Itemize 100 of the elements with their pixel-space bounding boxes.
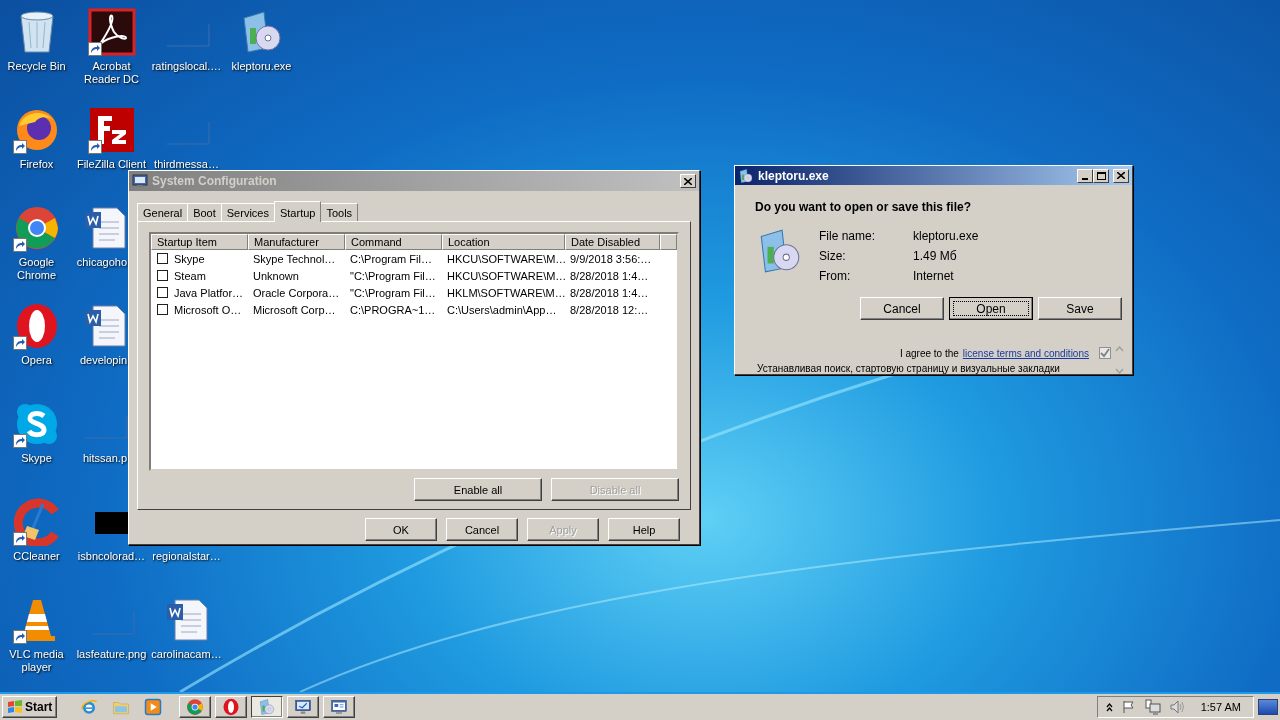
- table-cell-text: 8/28/2018 12:…: [569, 303, 650, 316]
- checkmark-icon: [1100, 348, 1110, 358]
- desktop-icon-label[interactable]: developin: [79, 354, 127, 367]
- list-button[interactable]: Enable all: [414, 478, 542, 501]
- table-cell-text: 9/9/2018 3:56:…: [569, 252, 653, 265]
- column-header[interactable]: Startup Item: [151, 234, 248, 250]
- field-label: File name:: [819, 229, 877, 243]
- installer-icon: [738, 167, 754, 184]
- taskbar-button[interactable]: [251, 696, 284, 718]
- acrobat-shortcut-icon[interactable]: [87, 8, 136, 56]
- filezilla-shortcut-icon[interactable]: [87, 106, 136, 154]
- dialog-button[interactable]: Save: [1038, 297, 1122, 320]
- license-link[interactable]: license terms and conditions: [962, 347, 1089, 359]
- dialog-button[interactable]: Cancel: [860, 297, 944, 320]
- minimize-icon: [1082, 177, 1088, 180]
- flag-icon[interactable]: [1121, 700, 1136, 714]
- monitor-window-icon: [330, 698, 349, 716]
- monitor-icon: [294, 698, 313, 716]
- agree-checkbox[interactable]: [1099, 347, 1111, 359]
- table-cell-text: HKLM\SOFTWARE\M…: [446, 286, 565, 299]
- network-icon[interactable]: [1144, 699, 1161, 715]
- table-cell: Steam: [174, 269, 206, 282]
- table-cell-text: "C:\Program Fil…: [349, 269, 437, 282]
- table-cell: Java Platfor…: [174, 286, 244, 299]
- start-button[interactable]: Start: [2, 696, 58, 718]
- table-cell-text: Microsoft Corp…: [252, 303, 337, 316]
- table-cell-text: C:\PROGRA~1…: [349, 303, 437, 316]
- close-icon: [1117, 172, 1125, 179]
- column-header[interactable]: Manufacturer: [248, 234, 345, 250]
- chrome-shortcut-icon[interactable]: [12, 204, 61, 252]
- checkbox[interactable]: [157, 270, 168, 281]
- table-cell-text: HKCU\SOFTWARE\M…: [446, 252, 565, 265]
- desktop-icon-label[interactable]: Google Chrome: [0, 256, 74, 282]
- notice-text: Устанавливая поиск, стартовую страницу и визуальные закладки: [757, 362, 1060, 374]
- dialog-button[interactable]: Help: [608, 518, 680, 541]
- dialog-question: Do you want to open or save this file?: [754, 199, 973, 214]
- desktop-icon-label[interactable]: ratingslocal.…: [149, 60, 224, 73]
- tab[interactable]: Tools: [320, 203, 359, 221]
- clock[interactable]: 1:57 AM: [1194, 701, 1249, 713]
- close-icon: [684, 177, 692, 185]
- tab[interactable]: Boot: [187, 203, 222, 221]
- desktop-icon-label[interactable]: VLC media player: [0, 648, 74, 674]
- desktop-icon-label[interactable]: Recycle Bin: [0, 60, 74, 73]
- desktop-icon-label[interactable]: thirdmessa…: [149, 158, 224, 171]
- field-value: Internet: [913, 269, 955, 283]
- desktop-icon-label[interactable]: Firefox: [0, 158, 74, 171]
- dialog-button[interactable]: Cancel: [446, 518, 518, 541]
- column-header[interactable]: Date Disabled: [565, 234, 660, 250]
- desktop-icon-label[interactable]: regionalstar…: [149, 550, 224, 563]
- desktop-icon-label[interactable]: lasfeature.png: [74, 648, 149, 661]
- table-cell: Microsoft O…: [174, 303, 242, 316]
- field-value: kleptoru.exe: [913, 229, 979, 243]
- speaker-icon[interactable]: [1169, 700, 1186, 714]
- window-title: kleptoru.exe: [758, 168, 830, 183]
- field-label: From:: [819, 269, 852, 283]
- table-cell: Skype: [174, 252, 205, 265]
- desktop-icon-label[interactable]: Acrobat Reader DC: [74, 60, 149, 86]
- field-value: 1.49 Мб: [913, 249, 958, 263]
- table-cell-text: Skype Technol…: [252, 252, 337, 265]
- desktop-icon-label[interactable]: Skype: [0, 452, 74, 465]
- show-desktop-button[interactable]: [1258, 699, 1278, 715]
- checkbox[interactable]: [157, 304, 168, 315]
- app-icon: [132, 173, 148, 189]
- column-header[interactable]: Command: [345, 234, 442, 250]
- windows-logo-icon: [7, 700, 23, 714]
- desktop-icon-label[interactable]: isbncolorad…: [74, 550, 149, 563]
- close-button[interactable]: [1113, 168, 1129, 183]
- table-cell-text: HKCU\SOFTWARE\M…: [446, 269, 565, 282]
- ie-icon[interactable]: [79, 697, 100, 717]
- maximize-icon: [1096, 171, 1106, 180]
- ccleaner-shortcut-icon[interactable]: [12, 498, 61, 546]
- desktop-icon-label[interactable]: hitssan.p: [82, 452, 127, 465]
- table-cell-text: C:\Program Fil…: [349, 252, 433, 265]
- installer-icon: [258, 698, 277, 716]
- table-cell-text: "C:\Program Fil…: [349, 286, 437, 299]
- desktop-icon-label[interactable]: FileZilla Client: [74, 158, 149, 171]
- desktop-icon-label[interactable]: Opera: [0, 354, 74, 367]
- window-title: System Configuration: [152, 174, 278, 188]
- desktop-icon-label[interactable]: carolinacam…: [149, 648, 224, 661]
- dialog-button[interactable]: OK: [365, 518, 437, 541]
- maximize-button[interactable]: [1093, 168, 1109, 183]
- chevron-up-icon[interactable]: [1105, 702, 1113, 712]
- agreement-text: I agree to the: [899, 347, 959, 359]
- tab[interactable]: Services: [220, 203, 275, 221]
- chrome-icon: [186, 698, 205, 716]
- checkbox[interactable]: [157, 287, 168, 298]
- table-cell-text: C:\Users\admin\App…: [446, 303, 558, 316]
- checkbox[interactable]: [157, 253, 168, 264]
- desktop-icon-label[interactable]: chicagoho: [76, 256, 127, 269]
- tab[interactable]: Startup: [273, 201, 322, 222]
- tab[interactable]: General: [137, 203, 189, 221]
- media-icon[interactable]: [143, 697, 164, 717]
- desktop-icon-label[interactable]: CCleaner: [0, 550, 74, 563]
- dialog-button[interactable]: Open: [949, 297, 1033, 320]
- column-header[interactable]: Location: [442, 234, 565, 250]
- opera-icon: [222, 698, 241, 716]
- minimize-button[interactable]: [1077, 168, 1093, 183]
- field-label: Size:: [819, 249, 847, 263]
- table-cell-text: 8/28/2018 1:4…: [569, 286, 650, 299]
- desktop-icon-label[interactable]: kleptoru.exe: [224, 60, 299, 73]
